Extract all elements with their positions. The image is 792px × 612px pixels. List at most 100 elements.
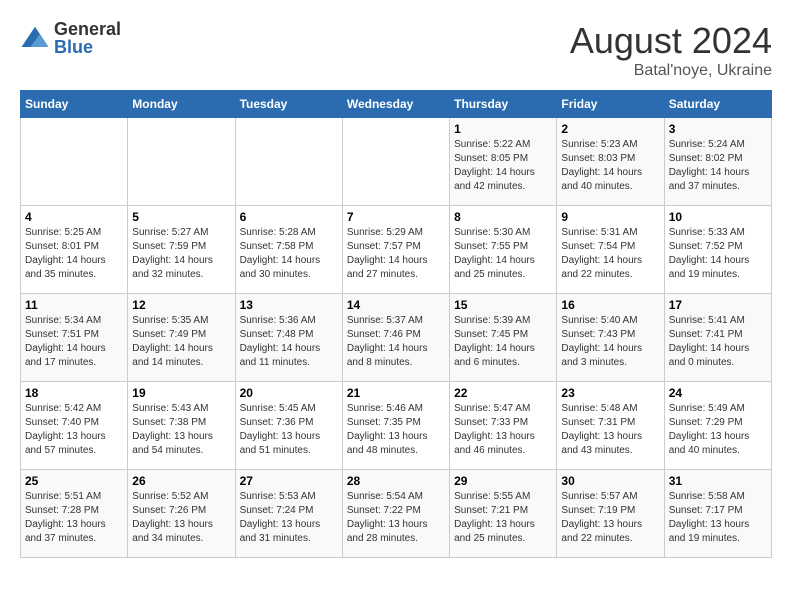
day-number: 9 xyxy=(561,210,659,224)
day-number: 29 xyxy=(454,474,552,488)
day-info: Sunrise: 5:52 AMSunset: 7:26 PMDaylight:… xyxy=(132,490,230,546)
calendar-cell: 27 Sunrise: 5:53 AMSunset: 7:24 PMDayligh… xyxy=(235,470,342,558)
day-info: Sunrise: 5:41 AMSunset: 7:41 PMDaylight:… xyxy=(669,314,767,370)
calendar-cell: 4 Sunrise: 5:25 AMSunset: 8:01 PMDaylight… xyxy=(21,206,128,294)
day-number: 28 xyxy=(347,474,445,488)
calendar-cell: 15 Sunrise: 5:39 AMSunset: 7:45 PMDayligh… xyxy=(450,294,557,382)
day-number: 6 xyxy=(240,210,338,224)
day-info: Sunrise: 5:31 AMSunset: 7:54 PMDaylight:… xyxy=(561,226,659,282)
day-info: Sunrise: 5:45 AMSunset: 7:36 PMDaylight:… xyxy=(240,402,338,458)
day-number: 25 xyxy=(25,474,123,488)
calendar-cell: 11 Sunrise: 5:34 AMSunset: 7:51 PMDayligh… xyxy=(21,294,128,382)
day-info: Sunrise: 5:25 AMSunset: 8:01 PMDaylight:… xyxy=(25,226,123,282)
day-number: 15 xyxy=(454,298,552,312)
day-info: Sunrise: 5:24 AMSunset: 8:02 PMDaylight:… xyxy=(669,138,767,194)
day-info: Sunrise: 5:51 AMSunset: 7:28 PMDaylight:… xyxy=(25,490,123,546)
calendar-cell: 28 Sunrise: 5:54 AMSunset: 7:22 PMDayligh… xyxy=(342,470,449,558)
calendar-cell xyxy=(21,118,128,206)
logo-blue-text: Blue xyxy=(54,38,121,56)
calendar-cell: 2Sunrise: 5:23 AMSunset: 8:03 PMDaylight… xyxy=(557,118,664,206)
day-number: 21 xyxy=(347,386,445,400)
logo-text: General Blue xyxy=(54,20,121,56)
day-number: 10 xyxy=(669,210,767,224)
calendar-cell: 3 Sunrise: 5:24 AMSunset: 8:02 PMDaylight… xyxy=(664,118,771,206)
calendar-cell: 23 Sunrise: 5:48 AMSunset: 7:31 PMDayligh… xyxy=(557,382,664,470)
calendar-cell: 30Sunrise: 5:57 AMSunset: 7:19 PMDayligh… xyxy=(557,470,664,558)
day-number: 17 xyxy=(669,298,767,312)
day-info: Sunrise: 5:35 AMSunset: 7:49 PMDaylight:… xyxy=(132,314,230,370)
day-number: 12 xyxy=(132,298,230,312)
day-info: Sunrise: 5:53 AMSunset: 7:24 PMDaylight:… xyxy=(240,490,338,546)
day-info: Sunrise: 5:57 AMSunset: 7:19 PMDaylight:… xyxy=(561,490,659,546)
day-info: Sunrise: 5:30 AMSunset: 7:55 PMDaylight:… xyxy=(454,226,552,282)
day-info: Sunrise: 5:28 AMSunset: 7:58 PMDaylight:… xyxy=(240,226,338,282)
calendar-cell: 14 Sunrise: 5:37 AMSunset: 7:46 PMDayligh… xyxy=(342,294,449,382)
day-info: Sunrise: 5:34 AMSunset: 7:51 PMDaylight:… xyxy=(25,314,123,370)
day-number: 13 xyxy=(240,298,338,312)
day-info: Sunrise: 5:33 AMSunset: 7:52 PMDaylight:… xyxy=(669,226,767,282)
title-block: August 2024 Batal'noye, Ukraine xyxy=(570,20,772,80)
calendar-week-row: 11 Sunrise: 5:34 AMSunset: 7:51 PMDayligh… xyxy=(21,294,772,382)
calendar-week-row: 4 Sunrise: 5:25 AMSunset: 8:01 PMDaylight… xyxy=(21,206,772,294)
calendar-cell: 9 Sunrise: 5:31 AMSunset: 7:54 PMDaylight… xyxy=(557,206,664,294)
calendar-cell: 29Sunrise: 5:55 AMSunset: 7:21 PMDayligh… xyxy=(450,470,557,558)
calendar-cell: 16 Sunrise: 5:40 AMSunset: 7:43 PMDayligh… xyxy=(557,294,664,382)
calendar-header-wednesday: Wednesday xyxy=(342,91,449,118)
calendar-cell: 13 Sunrise: 5:36 AMSunset: 7:48 PMDayligh… xyxy=(235,294,342,382)
day-info: Sunrise: 5:47 AMSunset: 7:33 PMDaylight:… xyxy=(454,402,552,458)
calendar-cell xyxy=(235,118,342,206)
day-info: Sunrise: 5:39 AMSunset: 7:45 PMDaylight:… xyxy=(454,314,552,370)
day-number: 22 xyxy=(454,386,552,400)
calendar-week-row: 1Sunrise: 5:22 AMSunset: 8:05 PMDaylight… xyxy=(21,118,772,206)
calendar-cell: 19 Sunrise: 5:43 AMSunset: 7:38 PMDayligh… xyxy=(128,382,235,470)
day-number: 11 xyxy=(25,298,123,312)
day-number: 26 xyxy=(132,474,230,488)
day-info: Sunrise: 5:37 AMSunset: 7:46 PMDaylight:… xyxy=(347,314,445,370)
day-number: 4 xyxy=(25,210,123,224)
day-number: 24 xyxy=(669,386,767,400)
calendar-week-row: 18Sunrise: 5:42 AMSunset: 7:40 PMDayligh… xyxy=(21,382,772,470)
calendar-table: SundayMondayTuesdayWednesdayThursdayFrid… xyxy=(20,90,772,558)
calendar-cell: 12 Sunrise: 5:35 AMSunset: 7:49 PMDayligh… xyxy=(128,294,235,382)
day-number: 2 xyxy=(561,122,659,136)
calendar-header-monday: Monday xyxy=(128,91,235,118)
month-year: August 2024 xyxy=(570,20,772,62)
day-info: Sunrise: 5:22 AMSunset: 8:05 PMDaylight:… xyxy=(454,138,552,194)
day-number: 7 xyxy=(347,210,445,224)
calendar-cell xyxy=(342,118,449,206)
day-number: 14 xyxy=(347,298,445,312)
calendar-cell: 1Sunrise: 5:22 AMSunset: 8:05 PMDaylight… xyxy=(450,118,557,206)
page-header: General Blue August 2024 Batal'noye, Ukr… xyxy=(20,20,772,80)
logo-general-text: General xyxy=(54,20,121,38)
day-number: 3 xyxy=(669,122,767,136)
calendar-cell: 24Sunrise: 5:49 AMSunset: 7:29 PMDayligh… xyxy=(664,382,771,470)
day-number: 31 xyxy=(669,474,767,488)
day-info: Sunrise: 5:36 AMSunset: 7:48 PMDaylight:… xyxy=(240,314,338,370)
day-info: Sunrise: 5:48 AMSunset: 7:31 PMDaylight:… xyxy=(561,402,659,458)
calendar-cell: 10 Sunrise: 5:33 AMSunset: 7:52 PMDayligh… xyxy=(664,206,771,294)
calendar-cell: 7Sunrise: 5:29 AMSunset: 7:57 PMDaylight… xyxy=(342,206,449,294)
logo: General Blue xyxy=(20,20,121,56)
calendar-cell: 5 Sunrise: 5:27 AMSunset: 7:59 PMDaylight… xyxy=(128,206,235,294)
calendar-cell: 6 Sunrise: 5:28 AMSunset: 7:58 PMDaylight… xyxy=(235,206,342,294)
day-number: 16 xyxy=(561,298,659,312)
calendar-header-sunday: Sunday xyxy=(21,91,128,118)
location: Batal'noye, Ukraine xyxy=(570,62,772,80)
calendar-cell: 25 Sunrise: 5:51 AMSunset: 7:28 PMDayligh… xyxy=(21,470,128,558)
calendar-week-row: 25 Sunrise: 5:51 AMSunset: 7:28 PMDayligh… xyxy=(21,470,772,558)
day-number: 18 xyxy=(25,386,123,400)
day-number: 5 xyxy=(132,210,230,224)
calendar-cell: 21Sunrise: 5:46 AMSunset: 7:35 PMDayligh… xyxy=(342,382,449,470)
day-info: Sunrise: 5:43 AMSunset: 7:38 PMDaylight:… xyxy=(132,402,230,458)
day-number: 19 xyxy=(132,386,230,400)
day-info: Sunrise: 5:27 AMSunset: 7:59 PMDaylight:… xyxy=(132,226,230,282)
day-info: Sunrise: 5:40 AMSunset: 7:43 PMDaylight:… xyxy=(561,314,659,370)
day-number: 27 xyxy=(240,474,338,488)
day-number: 23 xyxy=(561,386,659,400)
calendar-cell: 22 Sunrise: 5:47 AMSunset: 7:33 PMDayligh… xyxy=(450,382,557,470)
day-info: Sunrise: 5:58 AMSunset: 7:17 PMDaylight:… xyxy=(669,490,767,546)
calendar-header-friday: Friday xyxy=(557,91,664,118)
day-info: Sunrise: 5:54 AMSunset: 7:22 PMDaylight:… xyxy=(347,490,445,546)
day-number: 20 xyxy=(240,386,338,400)
calendar-header-thursday: Thursday xyxy=(450,91,557,118)
